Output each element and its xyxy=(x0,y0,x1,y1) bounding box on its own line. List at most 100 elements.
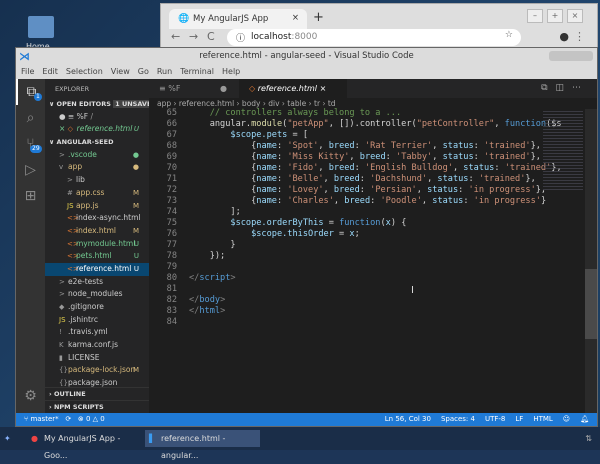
taskbar-item-browser[interactable]: ● My AngularJS App - Goo... xyxy=(28,430,143,460)
close-window-button[interactable]: × xyxy=(567,9,583,23)
menu-run[interactable]: Run xyxy=(157,67,172,79)
new-tab-button[interactable]: + xyxy=(313,10,324,25)
file-tree-item[interactable]: <>index-async.html xyxy=(45,212,149,225)
browser-tab[interactable]: 🌐 My AngularJS App × xyxy=(169,9,307,29)
file-name: LICENSE xyxy=(68,352,100,362)
file-tree-item[interactable]: <>mymodule.html U xyxy=(45,238,149,251)
back-icon[interactable]: ← xyxy=(171,30,180,43)
minimize-button[interactable]: – xyxy=(527,9,543,23)
code-token: 'English Bulldog' xyxy=(364,163,453,173)
problems-indicator[interactable]: ⊗ 0 △ 0 xyxy=(78,415,105,423)
code-line: 68 {name: 'Spot', breed: 'Rat Terrier', … xyxy=(149,141,583,152)
file-tree-item[interactable]: Kkarma.conf.js xyxy=(45,339,149,352)
code-token: } xyxy=(540,196,547,206)
menu-terminal[interactable]: Terminal xyxy=(180,67,214,79)
file-name: mymodule.html xyxy=(76,238,136,248)
encoding[interactable]: UTF-8 xyxy=(485,413,505,426)
code-editor[interactable]: 65 // controllers always belong to a ...… xyxy=(149,108,583,328)
file-tree-item[interactable]: v app ● xyxy=(45,161,149,174)
explorer-icon[interactable]: ⧉ 1 xyxy=(16,79,45,105)
address-bar[interactable]: ⓘ localhost:8000 ☆ xyxy=(227,29,521,46)
file-tree-item[interactable]: ◆ .gitignore xyxy=(45,301,149,314)
open-editor-item[interactable]: ● ≡ %F / xyxy=(45,111,149,124)
sync-icon[interactable]: ⟳ xyxy=(65,415,71,423)
menu-selection[interactable]: Selection xyxy=(66,67,103,79)
code-token: 'in progress' xyxy=(468,185,536,195)
browser-tab-title: My AngularJS App xyxy=(193,14,269,24)
file-tree-item[interactable]: <>index.html M xyxy=(45,225,149,238)
editor-actions[interactable]: ⧉◫⋯ xyxy=(541,83,589,93)
file-icon: <> xyxy=(67,239,79,248)
bell-icon[interactable]: 🔔︎ xyxy=(580,413,589,426)
menu-edit[interactable]: Edit xyxy=(42,67,58,79)
source-control-icon[interactable]: ⑂ 29 xyxy=(16,131,45,157)
reload-icon[interactable]: C xyxy=(207,30,215,43)
forward-icon[interactable]: → xyxy=(189,30,198,43)
git-status: U xyxy=(133,252,139,261)
taskbar-item-vscode[interactable]: ▌ reference.html - angular... xyxy=(145,430,260,460)
code-token: , xyxy=(427,174,438,184)
file-tree-item[interactable]: ▮ LICENSE xyxy=(45,352,149,365)
code-line: 75 $scope.orderByThis = function(x) { xyxy=(149,218,583,229)
file-tree-item[interactable]: ! .travis.yml xyxy=(45,326,149,339)
tab-untitled[interactable]: ≡ %F ● xyxy=(149,79,239,98)
file-tree-item[interactable]: <>reference.html U xyxy=(45,262,149,276)
code-token: </ xyxy=(189,273,200,283)
html-icon: ◇ xyxy=(67,125,74,134)
open-editor-item[interactable]: × ◇ reference.html U xyxy=(45,123,149,136)
extensions-icon[interactable]: ⊞ xyxy=(16,183,45,209)
close-tab-icon[interactable]: × xyxy=(292,13,299,23)
minimap[interactable] xyxy=(543,111,583,191)
code-token: breed xyxy=(333,174,360,184)
menu-file[interactable]: File xyxy=(21,67,34,79)
close-tab-icon[interactable]: × xyxy=(320,84,327,93)
tab-reference-html[interactable]: ◇ reference.html × xyxy=(239,79,347,98)
chevron-icon: > xyxy=(59,277,65,286)
npm-scripts-section[interactable]: › NPM SCRIPTS xyxy=(45,400,149,413)
feedback-icon[interactable]: ☺ xyxy=(563,413,570,426)
line-ending[interactable]: LF xyxy=(515,413,523,426)
code-line: 74 ]; xyxy=(149,207,583,218)
file-tree-item[interactable]: > e2e-tests xyxy=(45,276,149,289)
indentation[interactable]: Spaces: 4 xyxy=(441,413,475,426)
file-tree-item[interactable]: # app.css M xyxy=(45,187,149,200)
code-token: , xyxy=(318,141,329,151)
maximize-button[interactable]: + xyxy=(547,9,563,23)
file-name: app xyxy=(68,162,83,172)
code-token: : xyxy=(276,152,288,162)
line-number: 69 xyxy=(166,152,177,162)
menu-view[interactable]: View xyxy=(111,67,130,79)
home-folder-icon[interactable] xyxy=(28,16,54,38)
language-mode[interactable]: HTML xyxy=(533,413,552,426)
file-tree-item[interactable]: {}package-lock.json M xyxy=(45,364,149,377)
scrollbar[interactable] xyxy=(585,109,597,413)
branch-indicator[interactable]: ⑂ master* xyxy=(24,415,59,423)
window-controls[interactable] xyxy=(549,51,593,61)
file-tree-item[interactable]: <>pets.html U xyxy=(45,250,149,263)
line-number: 65 xyxy=(166,108,177,118)
html-icon: ◇ xyxy=(249,84,256,93)
code-token: "petController" xyxy=(416,119,495,129)
cursor-position[interactable]: Ln 56, Col 30 xyxy=(385,413,431,426)
menu-help[interactable]: Help xyxy=(222,67,240,79)
search-icon[interactable]: ⌕ xyxy=(16,105,45,131)
menu-go[interactable]: Go xyxy=(138,67,149,79)
file-tree-item[interactable]: > lib xyxy=(45,174,149,187)
file-tree-item[interactable]: > node_modules xyxy=(45,288,149,301)
file-tree-item[interactable]: JS app.js M xyxy=(45,200,149,213)
bookmark-star-icon[interactable]: ☆ xyxy=(505,30,513,40)
start-menu-icon[interactable]: ✦ xyxy=(4,430,20,447)
scrollbar-thumb[interactable] xyxy=(585,269,597,339)
profile-icon[interactable]: ● xyxy=(559,30,569,43)
line-number: 80 xyxy=(166,273,177,283)
file-tree-item[interactable]: > .vscode ● xyxy=(45,149,149,162)
network-icon[interactable]: ⇅ xyxy=(585,430,592,447)
menu-dots-icon[interactable]: ⋮ xyxy=(574,30,585,43)
project-header[interactable]: ∨ ANGULAR-SEED xyxy=(45,136,149,149)
open-editors-header[interactable]: ∨ OPEN EDITORS 1 UNSAVED xyxy=(45,98,149,111)
gear-icon[interactable]: ⚙ xyxy=(16,383,45,409)
file-tree-item[interactable]: JS .jshintrc xyxy=(45,314,149,327)
outline-section[interactable]: › OUTLINE xyxy=(45,387,149,400)
line-number: 84 xyxy=(166,317,177,327)
run-debug-icon[interactable]: ▷ xyxy=(16,157,45,183)
